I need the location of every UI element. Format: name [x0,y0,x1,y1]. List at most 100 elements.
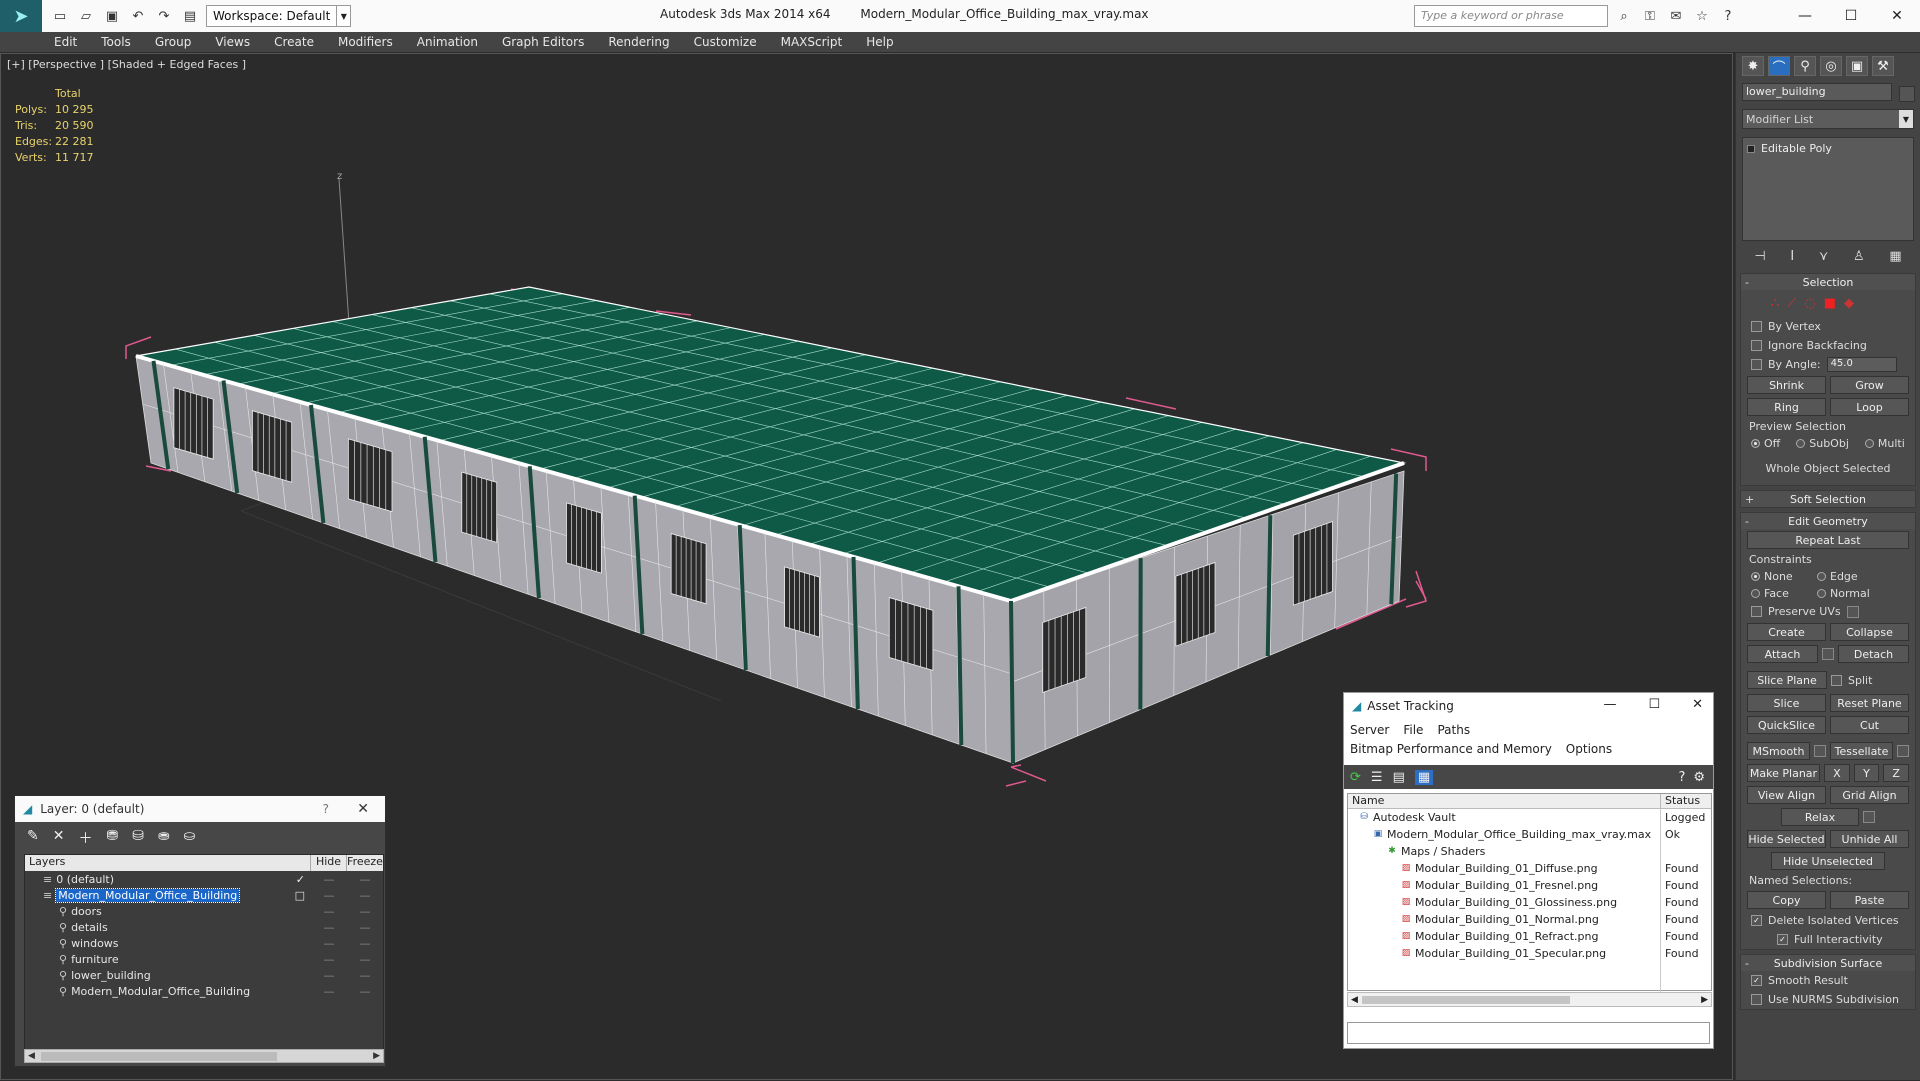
polygon-icon[interactable]: ■ [1824,296,1836,311]
smooth-result-checkbox[interactable]: ✓Smooth Result [1741,971,1915,990]
hide-toggle[interactable]: — [311,873,347,886]
planar-z-button[interactable]: Z [1883,764,1909,782]
subdivision-header[interactable]: -Subdivision Surface [1741,955,1915,971]
msmooth-settings[interactable] [1814,745,1826,757]
freeze-toggle[interactable]: — [347,953,383,966]
layer-name[interactable]: Modern_Modular_Office_Building [56,889,239,902]
create-button[interactable]: Create [1747,623,1826,641]
slice-plane-button[interactable]: Slice Plane [1747,671,1827,689]
scroll-thumb[interactable] [41,1052,277,1061]
refresh-icon[interactable]: ⟳ [1350,770,1361,785]
asset-menu-paths[interactable]: Paths [1437,721,1470,740]
expand-icon[interactable] [1747,145,1755,153]
save-icon[interactable]: ▣ [102,6,122,26]
collapse-button[interactable]: Collapse [1830,623,1909,641]
col-layers[interactable]: Layers [25,855,311,871]
asset-menu-file[interactable]: File [1403,721,1423,740]
asset-tracking-titlebar[interactable]: ◢ Asset Tracking — ☐ ✕ [1344,693,1713,719]
open-file-icon[interactable]: ▱ [76,6,96,26]
full-interactivity-checkbox[interactable]: ✓Full Interactivity [1741,930,1915,949]
highlight-layer-icon[interactable]: ⛁ [132,828,144,844]
maximize-button[interactable]: ☐ [1648,697,1660,712]
border-icon[interactable]: ◌ [1804,296,1815,311]
subscription-icon[interactable]: ⚿ [1640,9,1660,24]
redo-icon[interactable]: ↷ [154,6,174,26]
constraint-edge-radio[interactable]: Edge [1817,570,1858,583]
layer-row[interactable]: ⚲furniture—— [25,951,383,967]
object-color-swatch[interactable] [1899,86,1915,102]
scroll-right-icon[interactable]: ▶ [373,1051,380,1061]
asset-row[interactable]: ▣Modern_Modular_Office_Building_max_vray… [1348,826,1711,843]
minimize-button[interactable]: — [1782,0,1828,32]
quickslice-button[interactable]: QuickSlice [1747,716,1826,734]
layer-name[interactable]: furniture [71,953,119,966]
soft-selection-header[interactable]: +Soft Selection [1741,491,1915,507]
hierarchy-tab-icon[interactable]: ⚲ [1794,56,1816,76]
layer-row[interactable]: ≡Modern_Modular_Office_Building□—— [25,887,383,903]
layer-row[interactable]: ⚲doors—— [25,903,383,919]
modify-tab-icon[interactable]: ⌒ [1768,56,1790,76]
layer-row[interactable]: ≡0 (default)✓—— [25,871,383,887]
unhide-all-button[interactable]: Unhide All [1830,830,1909,848]
col-hide[interactable]: Hide [311,855,347,871]
constraint-normal-radio[interactable]: Normal [1817,587,1870,600]
preview-off-radio[interactable]: Off [1751,437,1780,450]
show-end-result-icon[interactable]: Ⅰ [1790,249,1794,265]
shrink-button[interactable]: Shrink [1747,376,1826,394]
constraint-face-radio[interactable]: Face [1751,587,1801,600]
asset-horizontal-scrollbar[interactable]: ◀ ▶ [1347,992,1712,1007]
asset-menu-bitmap-performance-and-memory[interactable]: Bitmap Performance and Memory [1350,740,1552,759]
stack-item-editable-poly[interactable]: Editable Poly [1747,142,1909,155]
layer-name[interactable]: doors [71,905,102,918]
menu-animation[interactable]: Animation [417,35,478,49]
vertex-icon[interactable]: ∴ [1771,296,1779,311]
layer-row[interactable]: ⚲Modern_Modular_Office_Building—— [25,983,383,999]
hide-unselected-button[interactable]: Hide Unselected [1771,852,1885,870]
hide-toggle[interactable]: — [311,969,347,982]
new-layer-icon[interactable]: ✎ [27,828,39,844]
delete-isolated-checkbox[interactable]: ✓Delete Isolated Vertices [1741,911,1915,930]
asset-row[interactable]: ▨Modular_Building_01_Refract.pngFound [1348,928,1711,945]
menu-graph-editors[interactable]: Graph Editors [502,35,584,49]
attach-list-button[interactable] [1822,648,1834,660]
asset-menu-server[interactable]: Server [1350,721,1389,740]
pin-stack-icon[interactable]: ⊣ [1754,249,1765,265]
freeze-toggle[interactable]: — [347,873,383,886]
display-tab-icon[interactable]: ▣ [1846,56,1868,76]
hide-toggle[interactable]: — [311,889,347,902]
preserve-uvs-settings[interactable] [1847,606,1859,618]
freeze-all-layers-icon[interactable]: ⛀ [184,828,196,844]
hide-toggle[interactable]: — [311,937,347,950]
menu-modifiers[interactable]: Modifiers [338,35,393,49]
layer-name[interactable]: 0 (default) [56,873,114,886]
menu-tools[interactable]: Tools [101,35,131,49]
reset-plane-button[interactable]: Reset Plane [1830,694,1909,712]
select-in-layer-icon[interactable]: ⛃ [106,828,118,844]
freeze-toggle[interactable]: — [347,969,383,982]
preserve-uvs-checkbox[interactable]: Preserve UVs [1741,602,1915,621]
asset-menu-options[interactable]: Options [1566,740,1612,759]
layer-list[interactable]: Layers Hide Freeze ≡0 (default)✓——≡Moder… [24,854,384,1050]
settings-icon[interactable]: ⚙ [1693,770,1705,785]
selection-rollout-header[interactable]: -Selection [1741,274,1915,290]
layer-name[interactable]: windows [71,937,118,950]
relax-button[interactable]: Relax [1781,808,1859,826]
current-layer-box-icon[interactable]: □ [295,889,305,902]
hide-toggle[interactable]: — [311,921,347,934]
menu-views[interactable]: Views [215,35,250,49]
cut-button[interactable]: Cut [1830,716,1909,734]
col-name[interactable]: Name [1348,794,1661,808]
constraint-none-radio[interactable]: None [1751,570,1801,583]
asset-row[interactable]: ⛁Autodesk VaultLogged [1348,809,1711,826]
minimize-button[interactable]: — [1603,697,1616,712]
help-icon[interactable]: ? [1678,770,1685,785]
project-folder-icon[interactable]: ▤ [180,6,200,26]
tessellate-button[interactable]: Tessellate [1830,742,1893,760]
layer-name[interactable]: lower_building [71,969,151,982]
scroll-left-icon[interactable]: ◀ [1351,995,1358,1005]
help-icon[interactable]: ? [1718,9,1738,24]
scroll-left-icon[interactable]: ◀ [28,1051,35,1061]
tree-view-icon[interactable]: ▤ [1393,770,1405,785]
relax-settings[interactable] [1863,811,1875,823]
col-freeze[interactable]: Freeze [347,855,383,871]
